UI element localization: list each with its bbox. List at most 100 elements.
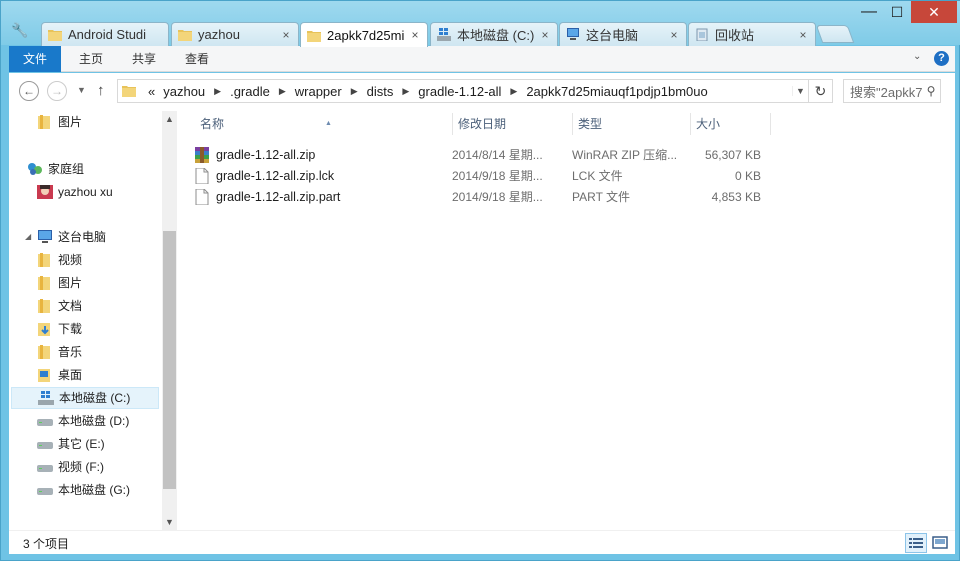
tab-2apkk7d25mi[interactable]: 2apkk7d25mi × <box>300 22 428 47</box>
nav-item-other-e[interactable]: 其它 (E:) <box>37 433 105 455</box>
address-bar[interactable]: « yazhou ▶ .gradle ▶ wrapper ▶ dists ▶ g… <box>117 79 833 103</box>
tab-local-disk-c[interactable]: 本地磁盘 (C:) × <box>430 22 558 46</box>
breadcrumb-item[interactable]: yazhou <box>159 84 209 99</box>
downloads-folder-icon <box>38 323 50 336</box>
breadcrumb-item[interactable]: dists <box>363 84 398 99</box>
tab-label: 本地磁盘 (C:) <box>457 28 535 43</box>
maximize-button[interactable]: ☐ <box>883 1 911 23</box>
new-tab-button[interactable] <box>815 25 855 43</box>
breadcrumb-item[interactable]: gradle-1.12-all <box>414 84 505 99</box>
back-button[interactable]: ← <box>19 81 39 101</box>
homegroup-icon <box>28 163 42 175</box>
sort-ascending-icon: ▲ <box>325 120 332 127</box>
breadcrumb-separator-icon[interactable]: ▶ <box>397 86 414 97</box>
minimize-button[interactable]: — <box>855 1 883 23</box>
tab-close-icon[interactable]: × <box>797 28 809 42</box>
wrench-icon[interactable]: 🔧 <box>11 21 29 39</box>
nav-item-pictures[interactable]: 图片 <box>37 111 82 133</box>
search-icon[interactable]: ⚲ <box>922 84 940 98</box>
nav-item-this-pc[interactable]: ◢ 这台电脑 <box>25 226 106 248</box>
ribbon-expand-chevron-icon[interactable]: ⌄ <box>913 51 927 62</box>
nav-item-downloads[interactable]: 下载 <box>37 318 82 340</box>
nav-item-documents[interactable]: 文档 <box>37 295 82 317</box>
scrollbar-thumb[interactable] <box>163 231 176 489</box>
ribbon-tab-share[interactable]: 共享 <box>132 48 156 70</box>
breadcrumb-item[interactable]: .gradle <box>226 84 274 99</box>
nav-item-label: 桌面 <box>58 368 83 382</box>
scroll-down-icon[interactable]: ▼ <box>162 514 177 530</box>
file-size: 4,853 KB <box>711 189 761 204</box>
windows-drive-icon <box>38 391 54 405</box>
nav-item-desktop[interactable]: 桌面 <box>37 364 82 386</box>
ribbon-tab-file[interactable]: 文件 <box>9 46 61 72</box>
nav-item-videos-f[interactable]: 视频 (F:) <box>37 456 104 478</box>
scroll-up-icon[interactable]: ▲ <box>162 111 177 127</box>
file-name: gradle-1.12-all.zip <box>216 147 316 162</box>
breadcrumb-separator-icon[interactable]: ▶ <box>274 86 291 97</box>
nav-item-label: 本地磁盘 (G:) <box>58 483 130 497</box>
tab-close-icon[interactable]: × <box>539 28 551 42</box>
breadcrumb-item[interactable]: wrapper <box>291 84 346 99</box>
file-row[interactable]: gradle-1.12-all.zip.part 2014/9/18 星期...… <box>195 186 761 207</box>
collapse-chevron-icon[interactable]: ◢ <box>25 226 35 248</box>
nav-item-pictures-2[interactable]: 图片 <box>37 272 82 294</box>
tab-label: 这台电脑 <box>586 28 639 43</box>
breadcrumb: « yazhou ▶ .gradle ▶ wrapper ▶ dists ▶ g… <box>144 84 792 99</box>
nav-item-label: 视频 (F:) <box>58 460 104 474</box>
close-button[interactable]: ✕ <box>911 1 957 23</box>
breadcrumb-overflow[interactable]: « <box>144 84 159 99</box>
explorer-window: 🔧 Android Studi yazhou × 2apkk7d25mi × 本… <box>0 0 960 561</box>
tab-yazhou[interactable]: yazhou × <box>171 22 299 46</box>
windows-drive-icon <box>437 28 451 41</box>
ribbon-bar: 文件 主页 共享 查看 ⌄ ? <box>9 46 955 72</box>
drive-icon <box>37 419 53 426</box>
details-view-button[interactable] <box>905 533 927 553</box>
tab-recycle-bin[interactable]: 回收站 × <box>688 22 816 46</box>
column-header-date[interactable]: 修改日期 <box>453 113 573 135</box>
column-header-label: 类型 <box>578 117 603 131</box>
breadcrumb-item[interactable]: 2apkk7d25miauqf1pdjp1bm0uo <box>522 84 711 99</box>
ribbon-tab-home[interactable]: 主页 <box>79 48 103 70</box>
nav-item-music[interactable]: 音乐 <box>37 341 82 363</box>
drive-icon <box>37 465 53 472</box>
up-button[interactable]: ↑ <box>97 82 105 99</box>
pictures-folder-icon <box>38 115 50 129</box>
breadcrumb-separator-icon[interactable]: ▶ <box>209 86 226 97</box>
nav-item-videos[interactable]: 视频 <box>37 249 82 271</box>
file-row[interactable]: gradle-1.12-all.zip.lck 2014/9/18 星期... … <box>195 165 761 186</box>
nav-item-homegroup[interactable]: 家庭组 <box>27 158 84 180</box>
breadcrumb-separator-icon[interactable]: ▶ <box>505 86 522 97</box>
column-header-type[interactable]: 类型 <box>573 113 691 135</box>
address-row: ← → ▼ ↑ « yazhou ▶ .gradle ▶ wrapper ▶ d… <box>9 73 955 109</box>
forward-button[interactable]: → <box>47 81 67 101</box>
refresh-button[interactable]: ↻ <box>808 80 832 102</box>
file-row[interactable]: gradle-1.12-all.zip 2014/8/14 星期... WinR… <box>195 144 761 165</box>
navigation-pane: 图片 家庭组 yazhou xu ◢ 这台电脑 视频 图片 文档 下载 音乐 桌… <box>9 109 177 530</box>
nav-item-label: 这台电脑 <box>58 230 107 244</box>
help-button[interactable]: ? <box>934 51 949 66</box>
nav-item-local-disk-c[interactable]: 本地磁盘 (C:) <box>11 387 159 409</box>
nav-item-local-disk-d[interactable]: 本地磁盘 (D:) <box>37 410 129 432</box>
tab-close-icon[interactable]: × <box>409 28 421 42</box>
search-input[interactable]: 搜索"2apkk7d25miauqf1pdjp1bm0uo" ⚲ <box>843 79 941 103</box>
winrar-archive-icon <box>195 146 209 163</box>
column-header-size[interactable]: 大小 <box>691 113 771 135</box>
tab-close-icon[interactable]: × <box>668 28 680 42</box>
nav-item-local-disk-g[interactable]: 本地磁盘 (G:) <box>37 479 130 501</box>
tab-android-studio[interactable]: Android Studi <box>41 22 169 46</box>
address-history-chevron-icon[interactable]: ▼ <box>792 86 808 96</box>
large-icons-view-button[interactable] <box>929 533 951 553</box>
breadcrumb-separator-icon[interactable]: ▶ <box>346 86 363 97</box>
recent-locations-chevron-icon[interactable]: ▼ <box>77 85 86 95</box>
nav-item-user[interactable]: yazhou xu <box>37 181 113 203</box>
nav-item-label: 图片 <box>58 276 83 290</box>
file-date: 2014/9/18 星期... <box>452 169 543 183</box>
tab-this-pc[interactable]: 这台电脑 × <box>559 22 687 46</box>
tab-label: yazhou <box>198 27 240 42</box>
navigation-scrollbar[interactable]: ▲ ▼ <box>162 111 177 530</box>
user-avatar-icon <box>37 185 53 199</box>
column-header-name[interactable]: 名称 ▲ <box>195 113 453 135</box>
ribbon-tab-view[interactable]: 查看 <box>185 48 209 70</box>
pictures-folder-icon <box>38 276 50 290</box>
tab-close-icon[interactable]: × <box>280 28 292 42</box>
